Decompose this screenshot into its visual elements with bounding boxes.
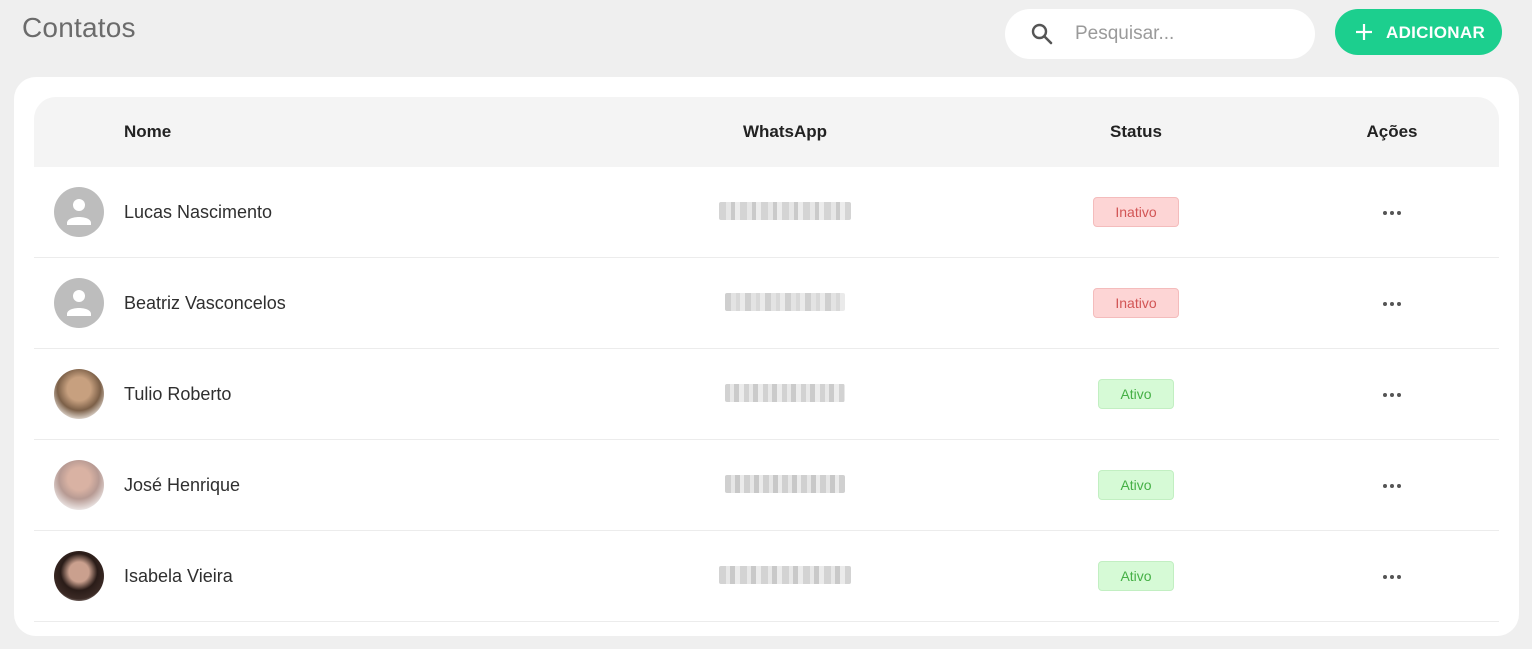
status-badge: Ativo <box>1098 379 1174 409</box>
column-header-nome: Nome <box>124 122 172 141</box>
contact-name: Beatriz Vasconcelos <box>124 293 286 313</box>
whatsapp-number-blurred <box>725 475 845 493</box>
status-badge: Ativo <box>1098 561 1174 591</box>
column-header-acoes: Ações <box>1366 122 1418 141</box>
more-horizontal-icon[interactable] <box>1382 574 1402 580</box>
table-row[interactable]: Beatriz Vasconcelos Inativo <box>34 258 1499 349</box>
whatsapp-number-blurred <box>719 202 851 220</box>
contacts-table: Nome WhatsApp Status Ações Lucas Nascime… <box>34 97 1499 622</box>
avatar <box>54 551 104 601</box>
more-horizontal-icon[interactable] <box>1382 210 1402 216</box>
more-horizontal-icon[interactable] <box>1382 301 1402 307</box>
table-row[interactable]: José Henrique Ativo <box>34 440 1499 531</box>
table-row[interactable]: Lucas Nascimento Inativo <box>34 167 1499 258</box>
avatar <box>54 278 104 328</box>
status-badge: Inativo <box>1093 197 1179 227</box>
whatsapp-number-blurred <box>719 566 851 584</box>
contact-name: Tulio Roberto <box>124 384 232 404</box>
page-title: Contatos <box>22 12 136 43</box>
default-user-icon <box>67 199 91 225</box>
contact-name: Lucas Nascimento <box>124 202 273 222</box>
status-badge: Ativo <box>1098 470 1174 500</box>
table-row[interactable]: Tulio Roberto Ativo <box>34 349 1499 440</box>
avatar <box>54 187 104 237</box>
more-horizontal-icon[interactable] <box>1382 483 1402 489</box>
plus-icon <box>1356 24 1372 40</box>
whatsapp-number-blurred <box>725 384 845 402</box>
add-button-label: ADICIONAR <box>1386 23 1486 42</box>
search-box[interactable] <box>1005 9 1315 59</box>
default-user-icon <box>67 290 91 316</box>
contact-name: José Henrique <box>124 475 241 495</box>
table-row[interactable]: Isabela Vieira Ativo <box>34 531 1499 622</box>
status-badge: Inativo <box>1093 288 1179 318</box>
column-header-whatsapp: WhatsApp <box>742 122 828 141</box>
contact-name: Isabela Vieira <box>124 566 233 586</box>
avatar <box>54 369 104 419</box>
column-header-status: Status <box>1110 122 1162 141</box>
more-horizontal-icon[interactable] <box>1382 392 1402 398</box>
search-input[interactable] <box>1075 9 1295 59</box>
avatar <box>54 460 104 510</box>
contacts-card: Nome WhatsApp Status Ações Lucas Nascime… <box>14 77 1519 636</box>
whatsapp-number-blurred <box>725 293 845 311</box>
add-contact-button[interactable]: ADICIONAR <box>1335 9 1502 55</box>
table-header: Nome WhatsApp Status Ações <box>34 97 1499 167</box>
search-icon <box>1031 23 1053 45</box>
